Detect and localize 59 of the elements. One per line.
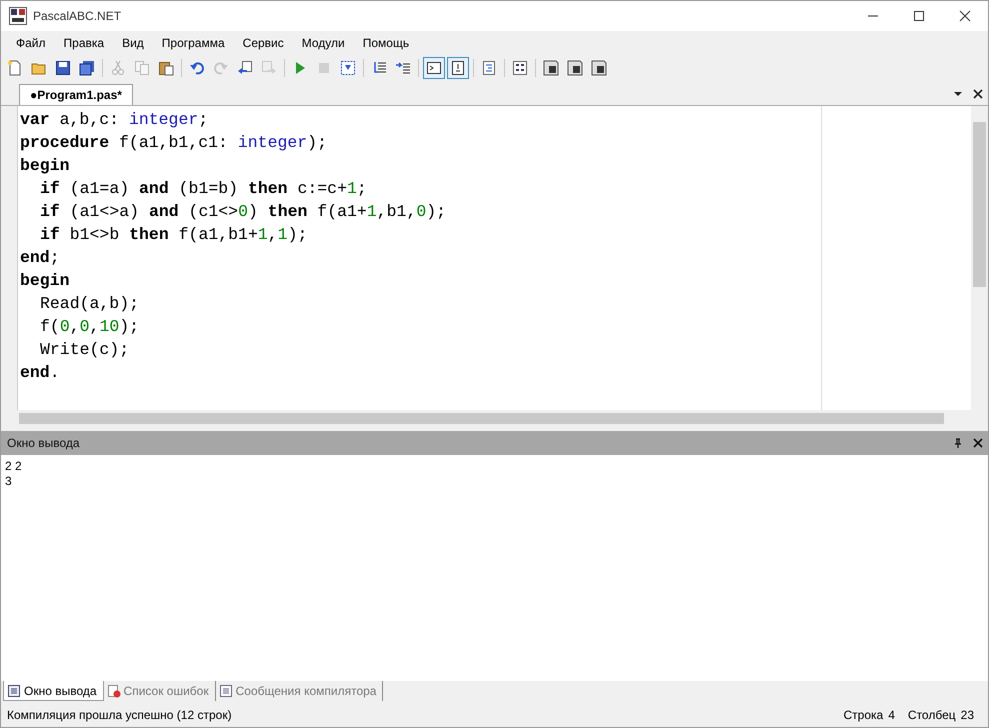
undo-icon (189, 60, 205, 76)
window-title: PascalABC.NET (33, 9, 122, 23)
console-button[interactable] (423, 57, 445, 79)
forward-icon (261, 60, 277, 76)
output-icon (7, 684, 21, 698)
output-line: 3 (5, 474, 13, 489)
messages-icon (218, 684, 233, 698)
close-icon[interactable] (973, 438, 983, 448)
column-value: 23 (960, 708, 974, 722)
vertical-scrollbar[interactable] (971, 106, 988, 410)
code-line: f(0,0,10); (39, 316, 140, 338)
menu-item[interactable]: Программа (152, 36, 234, 50)
menu-item[interactable]: Помощь (354, 36, 418, 50)
line-value: 4 (888, 708, 895, 722)
menu-item[interactable]: Сервис (234, 36, 293, 50)
code-line: begin (19, 270, 71, 292)
back-icon (237, 60, 253, 76)
code-line: end; (19, 247, 61, 269)
code-line: Write(c); (39, 339, 130, 361)
panel-tab[interactable]: Сообщения компилятора (216, 681, 384, 701)
code-line: procedure f(a1,b1,c1: integer); (19, 132, 328, 154)
line-label: Строка (844, 708, 884, 722)
cut-icon (110, 60, 126, 76)
save-all-icon (79, 60, 95, 76)
step-over-icon (395, 60, 411, 76)
stop-icon (316, 60, 332, 76)
code-line: if b1<>b then f(a1,b1+1,1); (39, 224, 308, 246)
file-tab[interactable]: ●Program1.pas* (19, 84, 133, 105)
panel-title: Окно вывода (7, 436, 80, 450)
input-button[interactable] (447, 57, 469, 79)
panel-tab[interactable]: Окно вывода (3, 681, 104, 701)
console-icon (426, 60, 442, 76)
close-icon[interactable] (973, 89, 983, 99)
menu-item[interactable]: Вид (113, 36, 153, 50)
panel-tab[interactable]: Список ошибок (104, 681, 216, 701)
errors-icon (106, 684, 121, 698)
horizontal-scrollbar[interactable] (1, 410, 988, 427)
code-line: Read(a,b); (39, 293, 140, 315)
column-label: Столбец (908, 708, 956, 722)
output-line: 2 2 (5, 459, 23, 474)
dropdown-icon[interactable] (953, 89, 963, 99)
code-line: if (a1<>a) and (c1<>0) then f(a1+1,b1,0); (39, 201, 448, 223)
menu-item[interactable]: Файл (7, 36, 55, 50)
menu-item[interactable]: Правка (54, 36, 114, 50)
code-line: end. (19, 362, 61, 384)
paste-icon (158, 60, 174, 76)
document-icon (481, 60, 497, 76)
status-message: Компиляция прошла успешно (12 строк) (7, 708, 232, 722)
app-logo-icon (9, 7, 27, 25)
code-line: if (a1=a) and (b1=b) then c:=c+1; (39, 178, 368, 200)
copy-icon (134, 60, 150, 76)
menu-item[interactable]: Модули (292, 36, 354, 50)
input-icon (450, 60, 466, 76)
code-line: var a,b,c: integer; (19, 109, 210, 131)
redo-icon (213, 60, 229, 76)
pin-icon[interactable] (953, 438, 963, 448)
save-icon (55, 60, 71, 76)
code-line: begin (19, 155, 71, 177)
new-icon (7, 60, 23, 76)
